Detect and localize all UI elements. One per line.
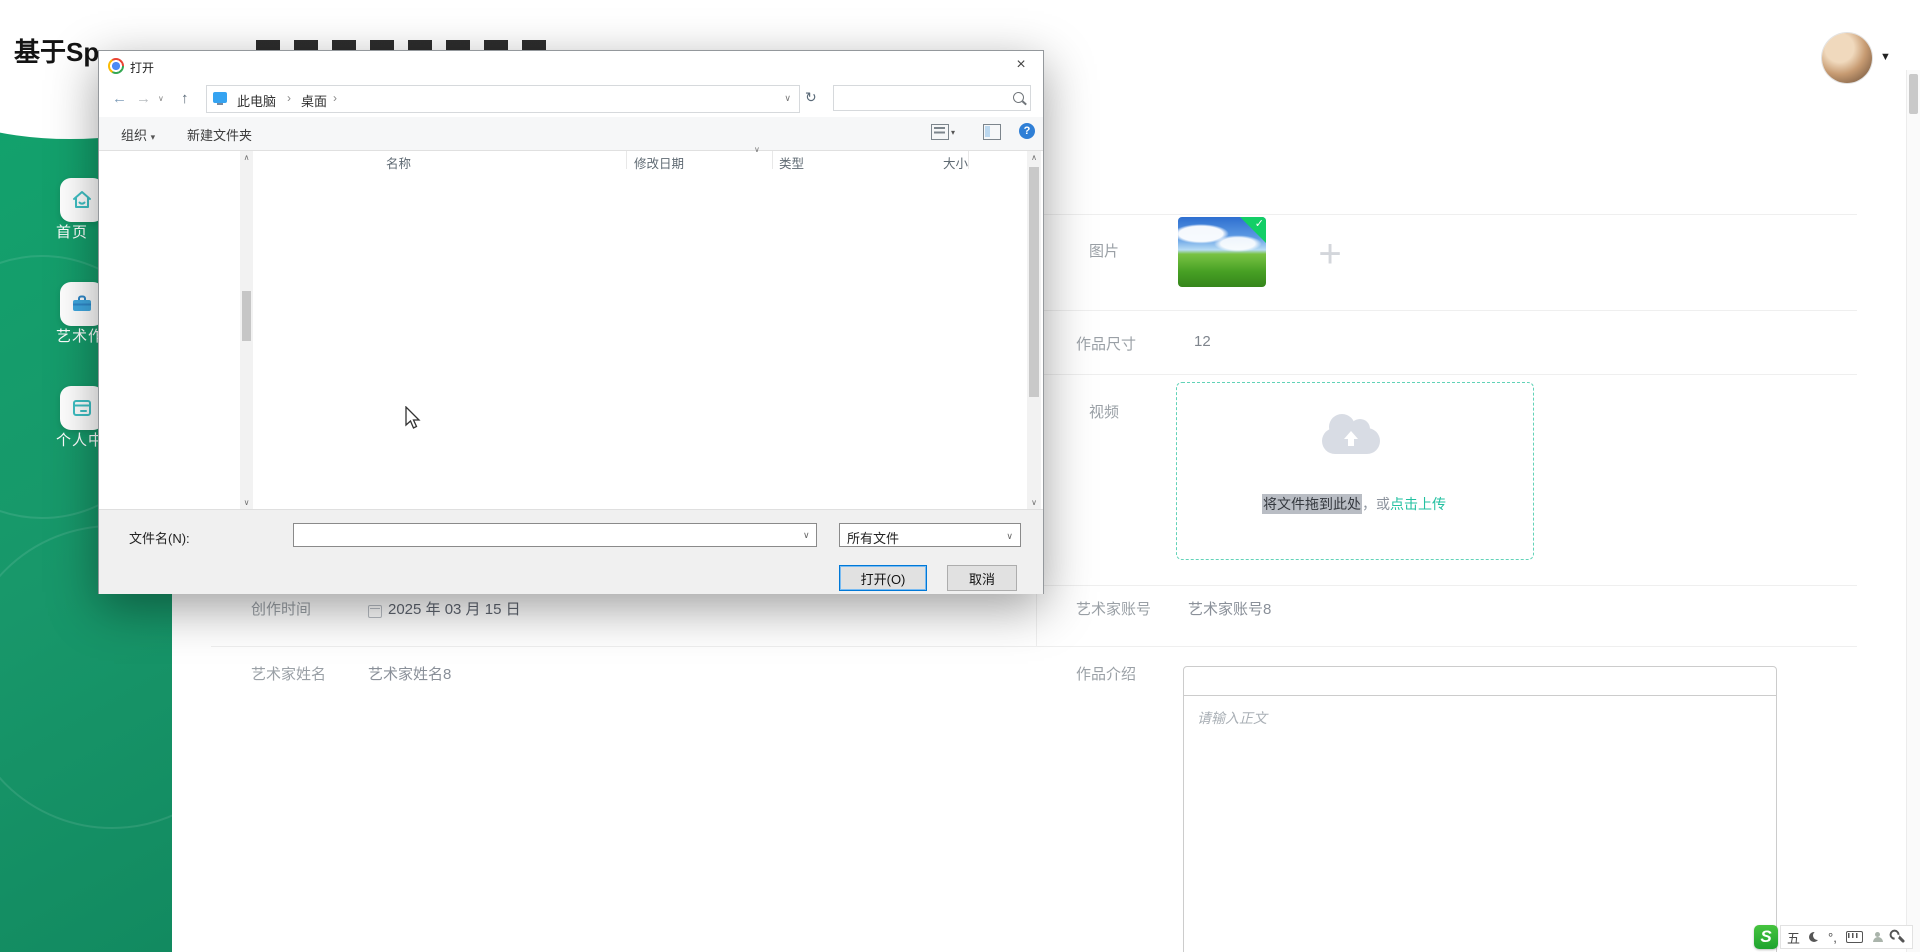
size-value: 12 [1194, 333, 1211, 350]
artist-name-value: 艺术家姓名8 [368, 663, 451, 684]
breadcrumb-desktop[interactable]: 桌面 [301, 91, 327, 110]
artist-account-value: 艺术家账号8 [1188, 598, 1271, 619]
organize-button[interactable]: 组织 ▾ [121, 125, 155, 144]
tree-scrollbar[interactable]: ∧ ∨ [240, 151, 253, 509]
column-header-size[interactable]: 大小 [872, 153, 968, 172]
search-icon [1013, 92, 1024, 103]
list-scroll-up-icon[interactable]: ∧ [1027, 153, 1041, 162]
column-divider [626, 151, 627, 169]
open-button[interactable]: 打开(O) [839, 565, 927, 591]
history-caret-icon[interactable]: ∨ [158, 94, 164, 103]
artist-account-label: 艺术家账号 [1076, 598, 1151, 619]
address-bar[interactable]: 此电脑 › 桌面 › ∨ [206, 85, 800, 113]
views-caret-icon[interactable]: ▾ [951, 128, 955, 137]
dialog-titlebar[interactable]: 打开 × [99, 51, 1043, 81]
tree-scroll-up-icon[interactable]: ∧ [240, 153, 253, 162]
upload-sep-text: ，或 [1362, 496, 1390, 512]
list-scrollbar-thumb[interactable] [1029, 167, 1039, 397]
filetype-value: 所有文件 [847, 528, 899, 547]
upload-hint: 将文件拖到此处，或点击上传 [1176, 494, 1532, 514]
artist-name-label: 艺术家姓名 [251, 663, 326, 684]
moon-icon[interactable] [1809, 932, 1819, 942]
cancel-button[interactable]: 取消 [947, 565, 1017, 591]
column-divider [968, 151, 969, 169]
help-icon[interactable]: ? [1019, 123, 1035, 139]
breadcrumb-separator: › [333, 91, 337, 105]
uploaded-image-thumbnail[interactable]: ✓ [1178, 217, 1266, 287]
breadcrumb-this-pc[interactable]: 此电脑 [237, 91, 276, 110]
dialog-title: 打开 [130, 59, 154, 76]
intro-label: 作品介绍 [1076, 663, 1136, 684]
breadcrumb-separator: › [287, 91, 291, 105]
upload-click-link[interactable]: 点击上传 [1390, 496, 1446, 512]
desktop-mini-icon [213, 92, 227, 103]
page-scrollbar-thumb[interactable] [1909, 74, 1918, 114]
keyboard-icon[interactable] [1846, 931, 1863, 943]
wrench-icon[interactable] [1894, 931, 1905, 942]
filename-caret-icon[interactable]: ∨ [803, 530, 810, 541]
filetype-select[interactable]: 所有文件 ∨ [839, 523, 1021, 547]
file-list-headers: 名称 修改日期 ∨ 类型 大小 [256, 151, 1026, 169]
filename-input[interactable] [293, 523, 817, 547]
editor-placeholder[interactable]: 请输入正文 [1184, 696, 1776, 740]
intro-rich-text-editor[interactable]: 请输入正文 [1183, 666, 1777, 952]
create-time-value[interactable]: 2025 年 03 月 15 日 [388, 598, 521, 619]
forward-button[interactable]: → [136, 90, 151, 107]
search-input[interactable] [840, 88, 1004, 108]
page-scrollbar[interactable] [1906, 70, 1920, 952]
refresh-button[interactable]: ↻ [805, 89, 817, 106]
dialog-command-bar: 组织 ▾ 新建文件夹 ▾ ? [99, 117, 1043, 151]
back-button[interactable]: ← [112, 90, 127, 107]
page-title: 基于Sp [14, 32, 99, 69]
change-view-button[interactable] [931, 124, 949, 140]
column-divider [772, 151, 773, 169]
sort-caret-icon: ∨ [754, 145, 760, 154]
person-icon[interactable] [1872, 932, 1884, 943]
column-header-name[interactable]: 名称 [386, 153, 411, 172]
preview-pane-button[interactable] [983, 124, 1001, 140]
file-list-scrollbar[interactable]: ∧ ∨ [1027, 151, 1041, 509]
tree-scroll-down-icon[interactable]: ∨ [240, 498, 253, 507]
avatar-caret-icon[interactable]: ▼ [1880, 51, 1891, 63]
editor-toolbar [1184, 667, 1776, 696]
calendar-icon [368, 605, 382, 618]
ime-toolbar: S 五 °, [1754, 925, 1913, 949]
folder-tree [107, 151, 241, 509]
row-divider [211, 646, 1857, 647]
column-header-date[interactable]: 修改日期 [634, 153, 684, 172]
filename-label: 文件名(N): [129, 528, 190, 547]
ime-mode-toggle[interactable]: 五 [1787, 928, 1800, 947]
add-image-button[interactable]: + [1306, 230, 1354, 278]
up-button[interactable]: ↑ [181, 90, 189, 107]
video-label: 视频 [1089, 401, 1119, 422]
dialog-footer: 文件名(N): ∨ 所有文件 ∨ 打开(O) 取消 [99, 509, 1043, 594]
screen: 基于Sp ▼ 首页 艺术作品 个人中心 [0, 0, 1920, 952]
mouse-cursor [403, 406, 425, 430]
column-divider [1036, 585, 1037, 646]
size-label: 作品尺寸 [1076, 333, 1136, 354]
new-folder-button[interactable]: 新建文件夹 [187, 125, 252, 144]
dialog-navigation-bar: ← → ∨ ↑ 此电脑 › 桌面 › ∨ ↻ [99, 81, 1043, 117]
close-button[interactable]: × [1011, 56, 1031, 74]
column-header-type[interactable]: 类型 [779, 153, 804, 172]
video-upload-dropzone[interactable] [1176, 382, 1534, 560]
sogou-logo-icon[interactable]: S [1754, 925, 1778, 949]
chrome-icon [108, 58, 124, 74]
check-icon: ✓ [1255, 217, 1264, 230]
open-file-dialog: 打开 × ← → ∨ ↑ 此电脑 › 桌面 › ∨ ↻ 组织 ▾ 新建 [98, 50, 1044, 594]
image-label: 图片 [1089, 240, 1119, 261]
occluded-title-fragment [256, 40, 556, 50]
create-time-label: 创作时间 [251, 598, 311, 619]
upload-arrow-stem [1348, 437, 1354, 446]
avatar[interactable] [1822, 33, 1872, 83]
upload-drag-text: 将文件拖到此处 [1262, 494, 1362, 514]
tree-scrollbar-thumb[interactable] [242, 291, 251, 341]
filetype-caret-icon: ∨ [1006, 531, 1013, 542]
address-caret-icon[interactable]: ∨ [784, 93, 791, 104]
ime-punctuation-toggle[interactable]: °, [1828, 930, 1837, 945]
search-box[interactable] [833, 85, 1031, 111]
list-scroll-down-icon[interactable]: ∨ [1027, 498, 1041, 507]
